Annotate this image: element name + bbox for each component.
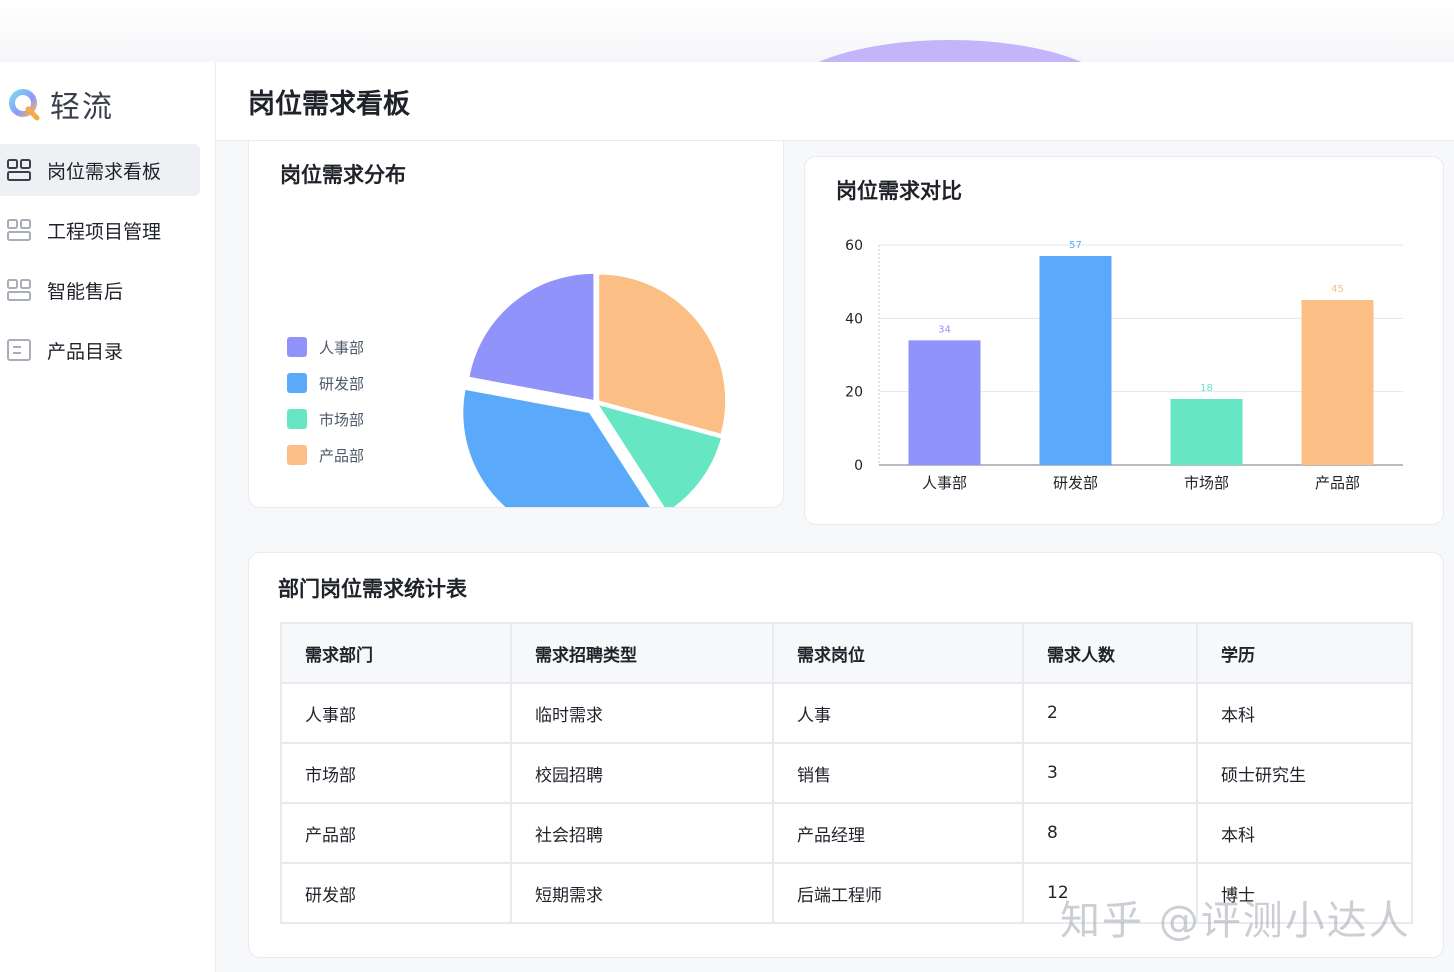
x-tick-label: 市场部 — [1184, 474, 1229, 492]
table-cell: 研发部 — [280, 862, 512, 924]
x-tick-label: 人事部 — [922, 474, 967, 492]
bar[interactable] — [1301, 300, 1374, 465]
x-tick-label: 产品部 — [1315, 474, 1360, 492]
table-row[interactable]: 产品部 社会招聘 产品经理 8 本科 — [280, 802, 1413, 864]
table-cell: 3 — [1022, 742, 1198, 804]
x-tick-label: 研发部 — [1053, 474, 1098, 492]
page-header: 岗位需求看板 — [216, 62, 1454, 141]
sidebar-item-label: 智能售后 — [47, 280, 124, 303]
y-tick-label: 60 — [845, 238, 863, 254]
table-cell: 硕士研究生 — [1196, 742, 1413, 804]
table-cell: 社会招聘 — [510, 802, 774, 864]
bar[interactable] — [908, 340, 981, 465]
sidebar-item-label: 岗位需求看板 — [47, 160, 162, 183]
sidebar-item-label: 产品目录 — [47, 340, 124, 363]
bar[interactable] — [1039, 256, 1112, 465]
dashboard-icon — [7, 219, 31, 241]
table-cell: 产品部 — [280, 802, 512, 864]
dashboard-icon — [7, 159, 31, 181]
sidebar-item-project-management[interactable]: 工程项目管理 — [0, 204, 200, 256]
table-cell: 8 — [1022, 802, 1198, 864]
table-cell: 临时需求 — [510, 682, 774, 744]
app-name: 轻流 — [50, 90, 114, 125]
column-header[interactable]: 需求招聘类型 — [510, 622, 774, 684]
main-content: 岗位需求看板 岗位需求分布 人事部 研发部 市场部 产品部 岗位需求对比 0 20 40 6… — [216, 62, 1454, 972]
column-header[interactable]: 需求岗位 — [772, 622, 1024, 684]
sidebar-item-job-dashboard[interactable]: 岗位需求看板 — [0, 144, 200, 196]
sidebar-item-product-catalog[interactable]: 产品目录 — [0, 324, 200, 376]
y-tick-label: 20 — [845, 385, 863, 401]
y-tick-label: 0 — [854, 458, 863, 474]
stats-table: 需求部门 需求招聘类型 需求岗位 需求人数 学历 人事部 临时需求 人事 2 本… — [280, 622, 1413, 924]
app-logo[interactable]: 轻流 — [8, 82, 114, 126]
table-cell: 销售 — [772, 742, 1024, 804]
table-cell: 本科 — [1196, 682, 1413, 744]
sidebar-item-after-sales[interactable]: 智能售后 — [0, 264, 200, 316]
table-row[interactable]: 人事部 临时需求 人事 2 本科 — [280, 682, 1413, 744]
sidebar: 轻流 岗位需求看板 工程项目管理 智能售后 产品目录 — [0, 62, 216, 972]
bar-data-label: 34 — [938, 324, 951, 335]
logo-icon — [9, 89, 40, 121]
table-cell: 本科 — [1196, 802, 1413, 864]
pie-slice[interactable] — [469, 273, 594, 400]
table-cell: 校园招聘 — [510, 742, 774, 804]
banner-decoration — [780, 40, 1120, 62]
top-banner — [0, 0, 1454, 63]
column-header[interactable]: 学历 — [1196, 622, 1413, 684]
table-cell: 人事部 — [280, 682, 512, 744]
pie-chart-card: 岗位需求分布 人事部 研发部 市场部 产品部 — [248, 140, 784, 508]
table-header-row: 需求部门 需求招聘类型 需求岗位 需求人数 学历 — [280, 622, 1413, 684]
table-row[interactable]: 市场部 校园招聘 销售 3 硕士研究生 — [280, 742, 1413, 804]
bar-chart-card: 岗位需求对比 0 20 40 60 34 人事部 57 研发部 18 市场部 45 产品部 — [804, 156, 1444, 525]
sidebar-nav: 岗位需求看板 工程项目管理 智能售后 产品目录 — [0, 144, 200, 384]
bar-chart: 0 20 40 60 34 人事部 57 研发部 18 市场部 45 产品部 — [845, 238, 1403, 492]
table-cell: 短期需求 — [510, 862, 774, 924]
bar-data-label: 57 — [1069, 240, 1082, 251]
pie-slice[interactable] — [599, 274, 726, 434]
dashboard-icon — [7, 279, 31, 301]
page-title: 岗位需求看板 — [248, 89, 410, 120]
table-cell: 2 — [1022, 682, 1198, 744]
bar-data-label: 45 — [1331, 284, 1344, 295]
pie-chart — [463, 273, 726, 507]
table-cell: 人事 — [772, 682, 1024, 744]
y-tick-label: 40 — [845, 311, 863, 327]
column-header[interactable]: 需求部门 — [280, 622, 512, 684]
table-cell: 产品经理 — [772, 802, 1024, 864]
bar-data-label: 18 — [1200, 383, 1213, 394]
sidebar-item-label: 工程项目管理 — [47, 220, 162, 243]
table-title: 部门岗位需求统计表 — [278, 577, 467, 601]
table-cell: 市场部 — [280, 742, 512, 804]
column-header[interactable]: 需求人数 — [1022, 622, 1198, 684]
bar[interactable] — [1170, 399, 1243, 465]
table-cell: 后端工程师 — [772, 862, 1024, 924]
list-icon — [7, 339, 31, 361]
watermark: 知乎 @评测小达人 — [1060, 898, 1411, 944]
